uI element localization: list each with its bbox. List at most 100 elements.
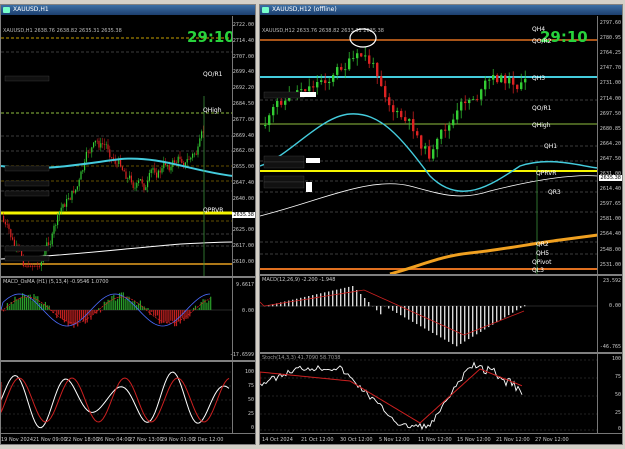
right-candle	[392, 105, 395, 113]
right-chart-window[interactable]: XAUUSD,H12 (offline) XAUUSD,H12 2633.76 …	[259, 4, 623, 445]
left-macd-bar	[210, 296, 212, 310]
left-candle	[145, 187, 147, 191]
left-candle	[156, 172, 158, 178]
right-level-qprvr: QPRVR	[536, 170, 557, 177]
left-candle	[82, 170, 84, 172]
left-candle	[132, 182, 134, 188]
left-candle	[148, 172, 150, 181]
right-price-axis[interactable]: 2797.60 2780.95 2764.25 2747.70 2731.00 2714.…	[597, 16, 622, 274]
left-candle	[75, 189, 77, 193]
left-candle	[127, 178, 129, 179]
right-macd-pane[interactable]: MACD(12,26,9) -2.200 -1.948 23.592 0.00 …	[260, 276, 622, 352]
left-price-pane[interactable]: XAUUSD,H1 2638.76 2638.82 2635.31 2635.3…	[1, 16, 255, 276]
right-macd-bar	[432, 306, 434, 333]
right-macd-bar	[324, 292, 326, 307]
left-macd-bar	[80, 310, 83, 320]
left-candle	[154, 168, 156, 173]
left-macd-bar	[172, 310, 174, 322]
left-price-axis[interactable]: 2722.00 2714.40 2707.00 2699.40 2692.20 2684.…	[232, 16, 255, 276]
left-candle	[129, 175, 131, 179]
left-candle	[85, 151, 87, 162]
left-level-qhigh: QHigh	[203, 107, 222, 114]
left-candle	[152, 168, 154, 170]
left-candle	[91, 147, 93, 153]
right-candle	[344, 69, 347, 71]
left-x-label: 29 Nov 01:00	[161, 437, 195, 443]
left-y-label: 2640.00	[232, 195, 254, 202]
right-candle	[480, 89, 483, 100]
right-macd-bar	[448, 306, 450, 342]
left-chart-titlebar[interactable]: XAUUSD,H1	[1, 5, 255, 15]
left-candle	[37, 266, 39, 267]
right-price-tag: 2635.38	[599, 175, 622, 181]
left-macd-bar	[193, 307, 195, 310]
right-macd-bar	[520, 306, 522, 308]
left-macd-bar	[113, 294, 115, 310]
left-macd-bar	[115, 300, 117, 310]
right-macd-bar	[376, 306, 378, 311]
left-candle	[192, 153, 194, 158]
left-candle	[199, 138, 201, 147]
right-price-pane[interactable]: XAUUSD,H12 2633.76 2638.82 2633.31 2635.…	[260, 16, 622, 274]
left-macd-bar	[117, 299, 119, 310]
left-macd-bar	[61, 310, 64, 320]
left-macd-bar	[118, 292, 121, 310]
left-macd-bar	[12, 303, 14, 310]
right-macd-bar	[468, 306, 470, 340]
right-macd-bar	[348, 286, 350, 307]
left-candle	[188, 159, 190, 160]
left-candle	[136, 182, 138, 188]
left-chart-window[interactable]: XAUUSD,H1 XAUUSD,H1 2638.76 2638.82 2635…	[0, 4, 256, 445]
right-candle	[472, 99, 475, 100]
right-macd-bar	[504, 306, 506, 318]
right-macd-bar	[452, 306, 454, 345]
right-x-label: 5 Nov 12:00	[379, 437, 410, 443]
right-stoch-axis[interactable]: 100 75 50 25 0	[597, 354, 622, 434]
right-macd-canvas	[260, 286, 598, 347]
right-macd-bar	[292, 299, 294, 307]
right-candle	[340, 67, 343, 70]
right-x-label: 11 Nov 12:00	[418, 437, 452, 443]
left-candle	[48, 242, 50, 245]
left-level-tag	[4, 245, 50, 252]
left-stoch-y-100: 100	[244, 369, 254, 375]
left-y-label: 2669.40	[232, 132, 254, 139]
left-y-label: 2722.00	[232, 22, 254, 28]
left-candle	[150, 169, 152, 173]
right-macd-bar	[512, 306, 514, 313]
left-macd-bar	[86, 310, 88, 323]
right-level-qor1: QO/R1	[532, 105, 552, 112]
right-y-label: 2780.95	[599, 35, 621, 42]
right-macd-bar	[416, 306, 418, 325]
left-time-axis[interactable]: 19 Nov 2024 21 Nov 09:00 22 Nov 18:00 26 No…	[1, 433, 255, 444]
right-macd-axis[interactable]: 23.592 0.00 -46.765	[597, 276, 622, 352]
right-stoch-pane[interactable]: Stoch(14,3,3) 41.7090 58.7038 100 75 50 …	[260, 354, 622, 444]
right-macd-bar	[500, 306, 502, 320]
left-macd-bar	[54, 310, 56, 312]
left-stoch-axis[interactable]: 100 75 50 25 0	[232, 362, 255, 434]
left-stoch-pane[interactable]: 100 75 50 25 0 19 Nov 2024 21 Nov 09:00 22…	[1, 362, 255, 444]
left-y-label: 2677.00	[232, 116, 254, 123]
right-candle	[268, 115, 271, 125]
right-macd-bar	[352, 286, 354, 307]
left-candle	[10, 229, 12, 238]
left-candle	[76, 186, 78, 190]
left-macd-bar	[16, 299, 18, 310]
left-macd-bar	[151, 310, 153, 312]
right-candle	[456, 110, 459, 120]
right-candle	[352, 58, 355, 59]
right-time-axis[interactable]: 14 Oct 2024 21 Oct 12:00 30 Oct 12:00 5 Nov…	[260, 433, 622, 444]
right-macd-bar	[396, 306, 398, 313]
right-macd-bar	[524, 305, 526, 307]
left-candle	[4, 221, 6, 225]
right-macd-bar	[328, 291, 330, 307]
left-macd-axis[interactable]: 9.6617 0.00 -17.6599	[230, 278, 255, 360]
right-chart-titlebar[interactable]: XAUUSD,H12 (offline)	[260, 5, 622, 15]
left-macd-bar	[42, 304, 45, 310]
left-macd-pane[interactable]: MACD_OsMA (H1) (5,13,4) -0.9546 1.0700 9…	[1, 278, 255, 360]
left-candle	[66, 198, 68, 207]
left-x-label: 27 Nov 13:00	[129, 437, 163, 443]
right-candle	[272, 106, 275, 116]
left-candle	[166, 165, 168, 166]
left-candle	[175, 162, 177, 164]
